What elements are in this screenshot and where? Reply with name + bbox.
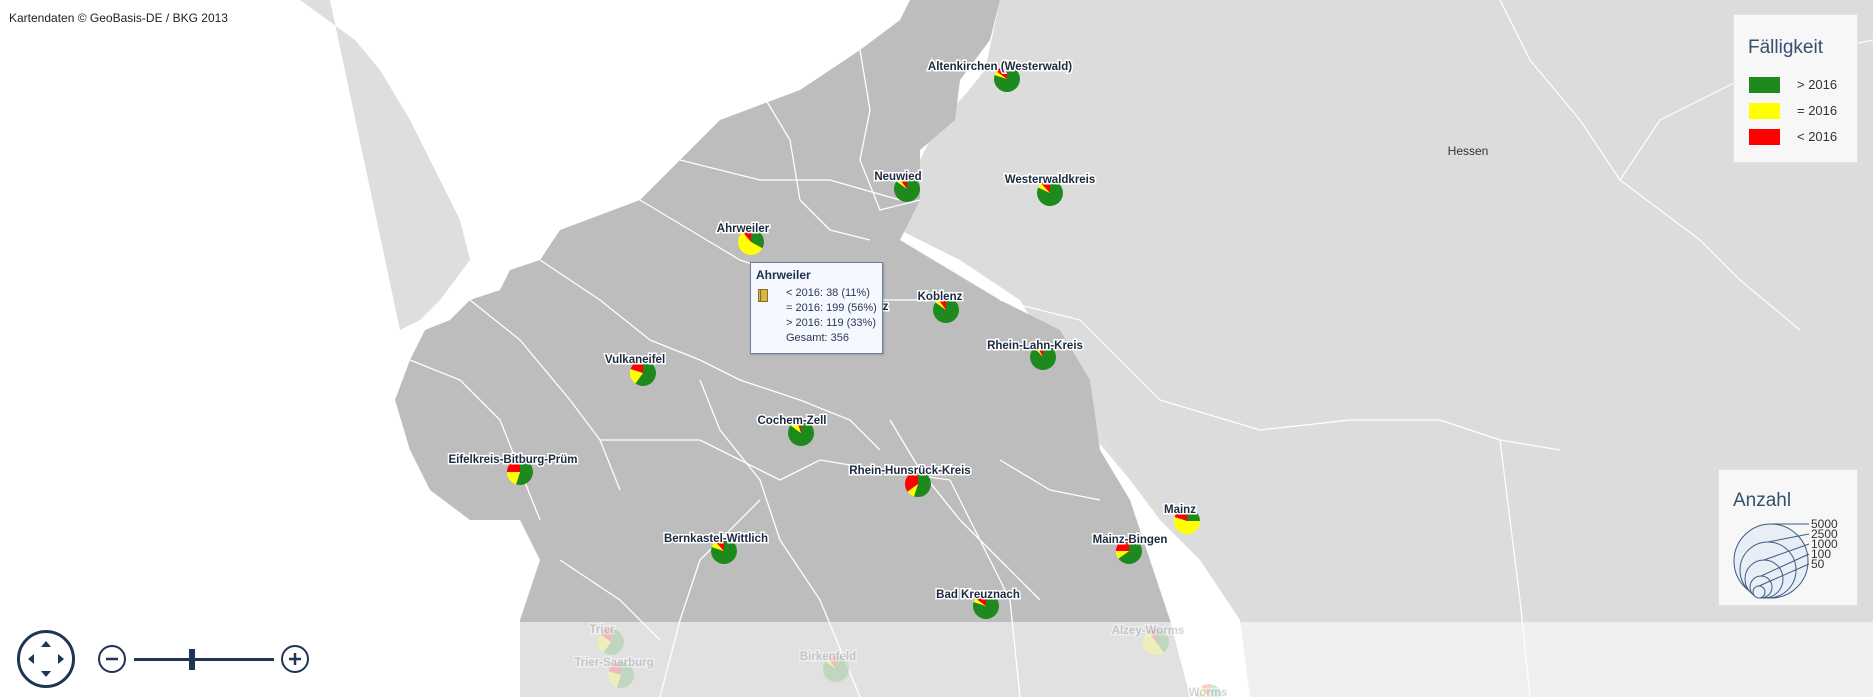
region-label: Altenkirchen (Westerwald) bbox=[928, 61, 1072, 73]
tooltip-line-after: > 2016: 119 (33%) bbox=[786, 317, 876, 329]
region-label: Bad Kreuznach bbox=[936, 589, 1020, 601]
legend-item-before: < 2016 bbox=[1749, 127, 1873, 147]
legend-item-equal: = 2016 bbox=[1749, 101, 1873, 121]
region-label: Bernkastel-Wittlich bbox=[664, 533, 768, 545]
region-label: Rhein-Lahn-Kreis bbox=[987, 340, 1083, 352]
zoom-slider-track[interactable] bbox=[134, 658, 274, 661]
tooltip-line-total: Gesamt: 356 bbox=[786, 332, 849, 344]
region-label: Mainz-Bingen bbox=[1093, 534, 1168, 546]
zoom-in-button[interactable] bbox=[281, 645, 309, 673]
region-label: Westerwaldkreis bbox=[1005, 174, 1096, 186]
tooltip-title: Ahrweiler bbox=[756, 268, 811, 282]
due-date-legend: Fälligkeit > 2016 = 2016 < 2016 bbox=[1733, 14, 1858, 163]
count-legend-title: Anzahl bbox=[1733, 490, 1792, 511]
region-label: Cochem-Zell bbox=[757, 415, 826, 427]
legend-swatch-green bbox=[1749, 77, 1780, 93]
copyright-text: Kartendaten © GeoBasis-DE / BKG 2013 bbox=[9, 11, 228, 25]
legend-title: Fälligkeit bbox=[1748, 37, 1823, 58]
book-icon bbox=[758, 289, 768, 302]
plus-icon bbox=[289, 653, 301, 665]
tooltip-line-equal: = 2016: 199 (56%) bbox=[786, 302, 877, 314]
pan-control[interactable] bbox=[17, 630, 75, 688]
region-label: Koblenz bbox=[918, 291, 963, 303]
legend-label-equal: = 2016 bbox=[1797, 103, 1838, 118]
zoom-slider-handle[interactable] bbox=[189, 649, 195, 670]
region-tooltip: Ahrweiler < 2016: 38 (11%) = 2016: 199 (… bbox=[750, 262, 883, 354]
count-legend: Anzahl 5000 2500 1000 100 50 bbox=[1718, 469, 1858, 606]
legend-item-after: > 2016 bbox=[1749, 75, 1873, 95]
legend-swatch-yellow bbox=[1749, 103, 1780, 119]
legend-label-after: > 2016 bbox=[1797, 77, 1838, 92]
zoom-out-button[interactable] bbox=[98, 645, 126, 673]
tooltip-line-before: < 2016: 38 (11%) bbox=[786, 287, 870, 299]
region-label: Eifelkreis-Bitburg-Prüm bbox=[448, 454, 577, 466]
minus-icon bbox=[106, 657, 118, 661]
state-label-hessen: Hessen bbox=[1448, 144, 1489, 158]
pan-arrows-icon bbox=[28, 641, 64, 677]
region-label: Mainz bbox=[1164, 504, 1196, 516]
count-legend-circles: 5000 2500 1000 100 50 bbox=[1733, 517, 1838, 599]
legend-label-before: < 2016 bbox=[1797, 129, 1838, 144]
region-label: Neuwied bbox=[874, 171, 921, 183]
legend-swatch-red bbox=[1749, 129, 1780, 145]
map-canvas[interactable]: Hessen nz Altenkirchen (Westerwald)Neuwi… bbox=[0, 0, 1873, 697]
map-neighbor-west bbox=[300, 0, 470, 330]
region-label: Rhein-Hunsrück-Kreis bbox=[849, 465, 970, 477]
region-label: Ahrweiler bbox=[717, 223, 770, 235]
region-label: Vulkaneifel bbox=[605, 354, 665, 366]
count-legend-value: 50 bbox=[1811, 557, 1825, 571]
